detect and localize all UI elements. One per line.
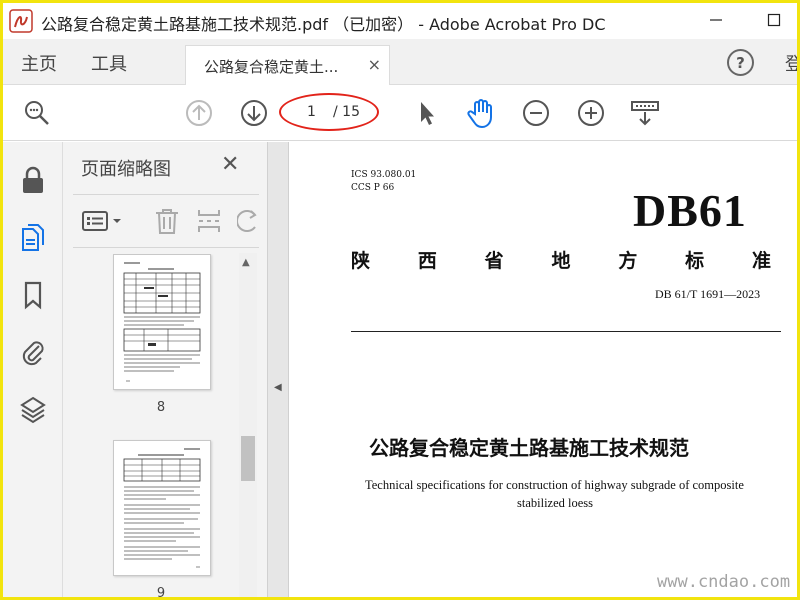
app-window: 公路复合稳定黄土路基施工技术规范.pdf （已加密） - Adobe Acrob…	[0, 0, 800, 600]
heading-char: 地	[551, 250, 571, 272]
layers-icon	[20, 396, 46, 424]
panel-title: 页面缩略图	[81, 159, 171, 180]
help-icon[interactable]: ?	[727, 49, 754, 76]
heading-char: 方	[618, 250, 638, 272]
scroll-up-icon[interactable]: ▲	[242, 257, 250, 268]
delete-page-button[interactable]	[153, 207, 181, 235]
page-number-field[interactable]: 1 / 15	[279, 93, 379, 131]
maximize-button[interactable]	[759, 7, 789, 33]
sign-in-link[interactable]: 登	[785, 50, 797, 76]
minimize-button[interactable]	[701, 7, 731, 33]
thumbnail-page-number: 9	[156, 586, 166, 600]
tab-home[interactable]: 主页	[21, 50, 57, 76]
zoom-out-icon	[523, 100, 549, 126]
options-menu-icon	[82, 211, 121, 231]
heading-char: 标	[685, 250, 705, 272]
zoom-search-button[interactable]	[21, 97, 53, 129]
ccs-code: CCS P 66	[351, 183, 395, 193]
navigation-rail	[3, 142, 63, 597]
help-symbol: ?	[736, 53, 745, 72]
scroll-mode-button[interactable]	[629, 97, 661, 129]
heading-char: 陕	[351, 250, 371, 272]
minimize-icon	[710, 19, 722, 21]
thumbnail-page-number: 8	[156, 400, 166, 415]
attachment-icon	[22, 341, 44, 366]
heading-char: 西	[417, 250, 437, 272]
document-title-en-line2: stabilized loess	[517, 496, 594, 510]
window-title: 公路复合稳定黄土路基施工技术规范.pdf （已加密） - Adobe Acrob…	[41, 15, 606, 34]
highlight-annotation	[279, 93, 379, 131]
panel-toolbar	[73, 194, 259, 248]
province-standard-heading: 陕 西 省 地 方 标 准	[351, 246, 771, 273]
bookmarks-button[interactable]	[17, 279, 49, 311]
scrollbar-thumb[interactable]	[241, 436, 255, 481]
tab-tools[interactable]: 工具	[91, 50, 127, 76]
title-bar: 公路复合稳定黄土路基施工技术规范.pdf （已加密） - Adobe Acrob…	[3, 3, 797, 39]
tab-document[interactable]: 公路复合稳定黄土... ×	[185, 45, 390, 86]
header-divider	[351, 331, 781, 332]
document-title-en-line1: Technical specifications for constructio…	[365, 478, 744, 492]
close-tab-icon[interactable]: ×	[368, 55, 381, 74]
heading-char: 准	[751, 250, 771, 272]
layers-button[interactable]	[17, 394, 49, 426]
main-toolbar: 1 / 15	[3, 85, 797, 141]
standard-code: DB61	[633, 185, 747, 236]
tab-bar: 主页 工具 公路复合稳定黄土... × ? 登	[3, 39, 797, 86]
collapse-left-icon[interactable]: ◀	[274, 382, 282, 393]
maximize-icon	[767, 13, 781, 27]
hand-tool-icon	[467, 99, 492, 129]
thumbnail-page[interactable]	[113, 440, 211, 576]
heading-char: 省	[484, 250, 504, 272]
ics-code: ICS 93.080.01	[351, 170, 417, 180]
hand-tool-button[interactable]	[465, 97, 497, 129]
zoom-in-icon	[578, 100, 604, 126]
panel-collapse-strip[interactable]: ◀	[267, 142, 289, 597]
extract-pages-button[interactable]	[195, 207, 223, 235]
bookmark-icon	[24, 281, 42, 310]
next-page-icon	[241, 100, 267, 126]
thumbnails-panel: 页面缩略图 ✕ 8 9	[63, 142, 267, 600]
security-button[interactable]	[17, 164, 49, 196]
document-view[interactable]: ICS 93.080.01 CCS P 66 DB61 陕 西 省 地 方 标 …	[289, 142, 797, 597]
standard-number: DB 61/T 1691—2023	[655, 287, 761, 301]
trash-icon	[156, 209, 178, 234]
thumbnail-options-button[interactable]	[81, 207, 125, 235]
zoom-in-button[interactable]	[575, 97, 607, 129]
thumbnail-list: 8 9	[73, 254, 249, 600]
attachments-button[interactable]	[17, 335, 49, 367]
page-preview-image	[123, 262, 201, 382]
thumbnail-scrollbar[interactable]: ▲	[239, 253, 257, 597]
thumbnail-page[interactable]	[113, 254, 211, 390]
document-title-cn: 公路复合稳定黄土路基施工技术规范	[369, 436, 689, 460]
page-preview-image	[123, 448, 201, 568]
page-thumbnails-button[interactable]	[17, 222, 49, 254]
lock-icon	[23, 166, 43, 193]
zoom-out-button[interactable]	[520, 97, 552, 129]
extract-pages-icon	[198, 210, 220, 232]
close-panel-icon[interactable]: ✕	[221, 152, 239, 177]
rotate-icon	[237, 210, 257, 232]
next-page-button[interactable]	[238, 97, 270, 129]
site-watermark: www.cndao.com	[657, 572, 791, 592]
app-logo-icon	[9, 9, 33, 33]
prev-page-icon	[186, 100, 212, 126]
tab-document-label: 公路复合稳定黄土...	[204, 58, 339, 76]
zoom-search-icon	[25, 101, 49, 125]
rotate-page-button[interactable]	[237, 207, 259, 235]
select-cursor-icon	[421, 102, 434, 125]
scroll-mode-icon	[631, 101, 659, 126]
previous-page-button[interactable]	[183, 97, 215, 129]
page-thumbnails-icon	[22, 224, 44, 251]
select-tool-button[interactable]	[410, 97, 442, 129]
